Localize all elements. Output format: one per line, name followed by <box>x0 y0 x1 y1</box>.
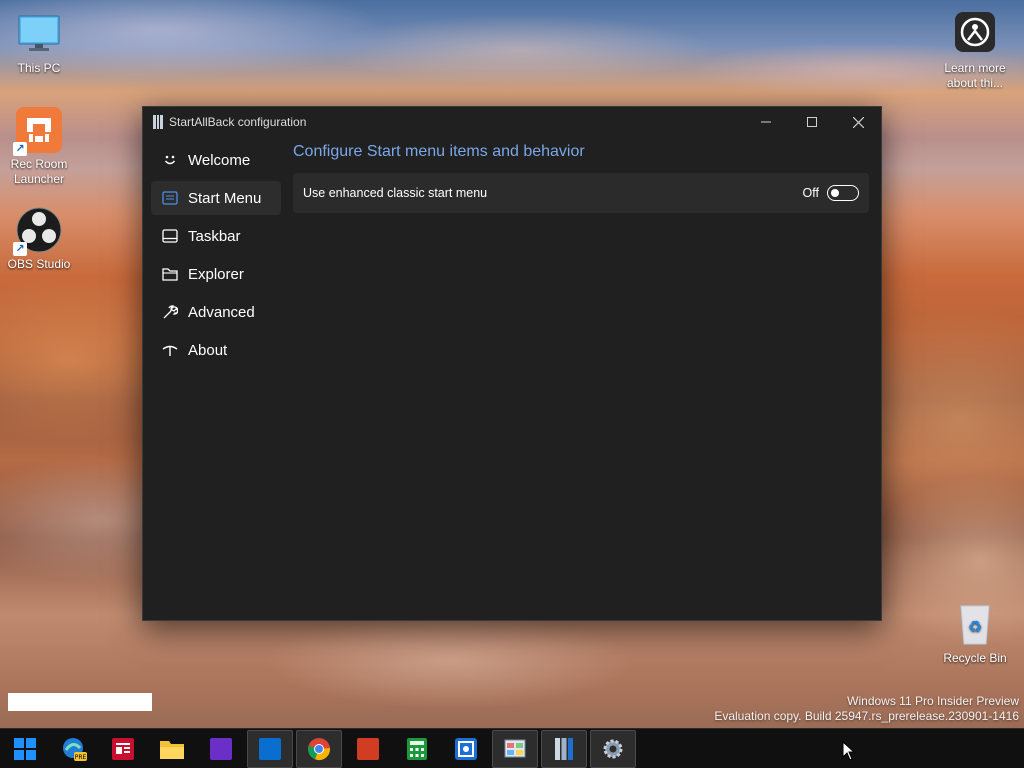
red-app-icon <box>357 737 379 760</box>
desktop-icon-label: Rec Room Launcher <box>10 157 68 186</box>
obs-icon: ↗ <box>13 206 63 256</box>
minimize-button[interactable] <box>743 107 789 137</box>
startallback-app-icon <box>153 115 164 129</box>
taskbar-purple-app[interactable] <box>198 730 244 768</box>
taskbar-edge-preview[interactable]: PRE <box>51 730 97 768</box>
settings-content: Configure Start menu items and behavior … <box>293 143 869 213</box>
nav-item-label: Taskbar <box>188 227 241 245</box>
windows-start-icon <box>14 737 36 760</box>
windows-watermark: Windows 11 Pro Insider Preview Evaluatio… <box>714 694 1019 724</box>
desktop-icon-recycle-bin[interactable]: ♻ Recycle Bin <box>936 600 1014 666</box>
desktop-icon-label: Recycle Bin <box>943 651 1007 665</box>
close-icon <box>852 116 864 128</box>
page-heading: Configure Start menu items and behavior <box>293 143 585 160</box>
setting-enhanced-classic-start-menu[interactable]: Use enhanced classic start menu Off <box>293 173 869 213</box>
smiley-icon <box>161 151 179 169</box>
minimize-icon <box>761 121 771 123</box>
folder-icon <box>161 265 179 283</box>
nav-item-taskbar[interactable]: Taskbar <box>151 219 281 253</box>
close-button[interactable] <box>835 107 881 137</box>
info-icon <box>161 341 179 359</box>
watermark-line: Evaluation copy. Build 25947.rs_prerelea… <box>714 709 1019 723</box>
desktop-icon-label: This PC <box>17 61 61 75</box>
maximize-button[interactable] <box>789 107 835 137</box>
desktop-icon-learn-more[interactable]: Learn more about thi... <box>936 10 1014 91</box>
rec-room-icon: ↗ <box>13 106 63 156</box>
window-title: StartAllBack configuration <box>169 115 307 129</box>
nav-item-label: Advanced <box>188 303 255 321</box>
purple-app-icon <box>210 737 232 760</box>
nav-item-label: About <box>188 341 228 359</box>
learn-more-icon <box>951 10 999 58</box>
taskbar-control-panel[interactable] <box>492 729 538 768</box>
chrome-icon <box>308 737 331 760</box>
taskbar-startallback[interactable] <box>541 729 587 768</box>
watermark-line: Windows 11 Pro Insider Preview <box>847 694 1019 708</box>
taskbar-red-app[interactable] <box>345 730 391 768</box>
mouse-cursor-icon <box>842 741 856 761</box>
edge-preview-icon: PRE <box>63 737 87 761</box>
enhanced-start-menu-toggle[interactable] <box>827 185 859 201</box>
title-bar[interactable]: StartAllBack configuration <box>143 107 881 137</box>
nav-item-label: Welcome <box>188 151 251 169</box>
photo-app-icon <box>455 737 477 760</box>
shortcut-arrow-icon: ↗ <box>13 142 27 156</box>
taskbar-settings[interactable] <box>590 729 636 768</box>
shortcut-arrow-icon: ↗ <box>13 242 27 256</box>
nav-item-advanced[interactable]: Advanced <box>151 295 281 329</box>
control-panel-icon <box>504 739 526 757</box>
settings-icon <box>603 739 623 758</box>
svg-text:♻: ♻ <box>968 617 982 636</box>
news-app-icon <box>112 737 134 760</box>
desktop-icon-obs-studio[interactable]: ↗ OBS Studio <box>0 206 78 272</box>
taskbar-photo-app[interactable] <box>443 730 489 768</box>
taskbar: PRE <box>0 728 1024 768</box>
redacted-bar <box>8 693 152 711</box>
startallback-icon <box>555 737 573 760</box>
svg-text:PRE: PRE <box>75 754 87 761</box>
desktop-icon-rec-room[interactable]: ↗ Rec Room Launcher <box>0 106 78 187</box>
nav-item-welcome[interactable]: Welcome <box>151 143 281 177</box>
nav-item-label: Explorer <box>188 265 244 283</box>
taskbar-calculator[interactable] <box>394 730 440 768</box>
nav-item-explorer[interactable]: Explorer <box>151 257 281 291</box>
calculator-icon <box>407 737 427 760</box>
toggle-state-text: Off <box>802 186 819 200</box>
settings-nav: Welcome Start Menu Taskbar Explorer Adva… <box>151 143 281 371</box>
toggle-knob <box>831 188 839 197</box>
taskbar-icon <box>161 227 179 245</box>
setting-label: Use enhanced classic start menu <box>303 186 488 200</box>
recycle-bin-icon: ♻ <box>951 600 999 648</box>
file-explorer-icon <box>160 740 184 759</box>
taskbar-chrome[interactable] <box>296 729 342 768</box>
monitor-icon <box>15 10 63 58</box>
desktop-icon-this-pc[interactable]: This PC <box>0 10 78 76</box>
taskbar-file-explorer[interactable] <box>149 730 195 768</box>
desktop-icon-label: OBS Studio <box>7 257 71 271</box>
maximize-icon <box>807 117 817 127</box>
wrench-icon <box>161 303 179 321</box>
startallback-config-window: StartAllBack configuration Welcome Start… <box>142 106 882 621</box>
start-menu-icon <box>161 189 179 207</box>
start-button[interactable] <box>2 730 48 768</box>
nav-item-start-menu[interactable]: Start Menu <box>151 181 281 215</box>
desktop-icon-label: Learn more about thi... <box>944 61 1006 90</box>
nav-item-about[interactable]: About <box>151 333 281 367</box>
blue-app-icon <box>259 737 281 760</box>
taskbar-blue-app[interactable] <box>247 729 293 768</box>
taskbar-news-app[interactable] <box>100 730 146 768</box>
nav-item-label: Start Menu <box>188 189 262 207</box>
